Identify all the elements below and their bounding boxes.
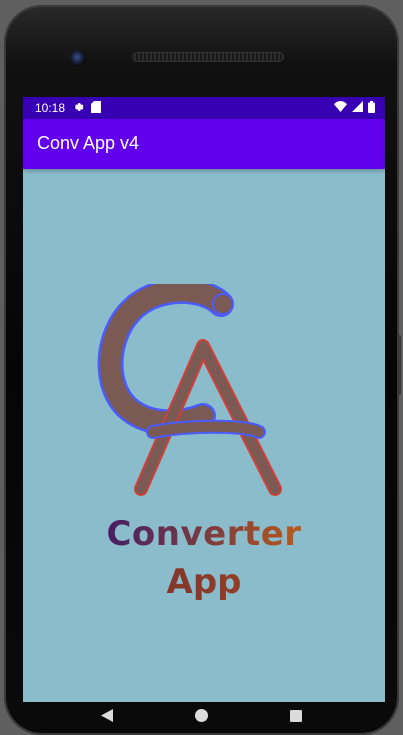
- battery-icon: [368, 100, 375, 116]
- power-button: [397, 335, 401, 395]
- signal-icon: [352, 101, 363, 115]
- status-time: 10:18: [35, 101, 66, 115]
- settings-icon: [73, 101, 85, 116]
- splash-content: Converter App: [23, 169, 385, 702]
- status-bar: 10:18: [23, 97, 385, 119]
- earpiece-speaker: [132, 52, 284, 62]
- navigation-bar: [0, 702, 403, 729]
- logo-text-converter: Converter: [23, 514, 385, 554]
- home-icon[interactable]: [195, 709, 208, 722]
- status-right-icons: [334, 100, 375, 116]
- overview-icon[interactable]: [290, 709, 302, 722]
- logo-text-app: App: [23, 562, 385, 602]
- app-title: Conv App v4: [37, 133, 140, 153]
- ca-logo: [97, 284, 282, 496]
- sd-card-icon: [91, 100, 102, 116]
- back-icon[interactable]: [101, 709, 113, 722]
- front-camera: [70, 50, 86, 66]
- app-bar: Conv App v4: [23, 119, 385, 169]
- device-screen: 10:18 Conv App v4 Converter App: [23, 97, 385, 702]
- status-left-icons: [73, 100, 102, 116]
- wifi-icon: [334, 101, 347, 115]
